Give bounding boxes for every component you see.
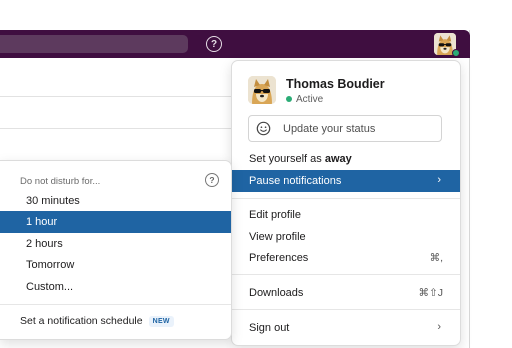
sign-out-item[interactable]: Sign out ›	[232, 317, 460, 339]
edit-profile-label: Edit profile	[249, 209, 301, 221]
presence-dot	[452, 49, 460, 57]
chevron-right-icon: ›	[437, 174, 441, 186]
preferences-shortcut: ⌘,	[429, 252, 443, 264]
sign-out-label: Sign out	[249, 322, 290, 334]
dnd-option-custom[interactable]: Custom...	[0, 276, 231, 298]
schedule-label: Set a notification schedule	[20, 315, 143, 327]
pause-notifications-item[interactable]: Pause notifications ›	[232, 170, 460, 192]
smile-icon	[256, 121, 271, 136]
active-status-dot	[286, 96, 292, 102]
submenu-separator	[0, 304, 231, 305]
downloads-item[interactable]: Downloads ⌘⇧J	[232, 282, 460, 304]
away-word: away	[324, 153, 352, 165]
profile-header: Thomas Boudier Active	[248, 76, 448, 108]
edit-profile-item[interactable]: Edit profile	[232, 204, 460, 226]
pause-notifications-label: Pause notifications	[249, 175, 342, 187]
dnd-option-30-minutes[interactable]: 30 minutes	[0, 190, 231, 212]
view-profile-item[interactable]: View profile	[232, 226, 460, 248]
set-away-item[interactable]: Set yourself as away	[232, 148, 460, 170]
update-status-input[interactable]: Update your status	[248, 115, 442, 142]
submenu-header: Do not disturb for...	[20, 176, 101, 187]
downloads-shortcut: ⌘⇧J	[418, 287, 443, 299]
avatar	[248, 76, 276, 104]
profile-menu: Thomas Boudier Active Update your status…	[231, 60, 461, 346]
menu-separator	[232, 309, 460, 310]
doge-avatar-icon	[248, 76, 276, 104]
preferences-item[interactable]: Preferences ⌘,	[232, 247, 460, 269]
menu-separator	[232, 198, 460, 199]
divider	[0, 128, 232, 129]
dnd-option-2-hours[interactable]: 2 hours	[0, 233, 231, 255]
search-bar[interactable]	[0, 35, 188, 53]
help-icon[interactable]: ?	[206, 36, 222, 52]
profile-status: Active	[286, 94, 323, 105]
away-prefix: Set yourself as	[249, 153, 325, 165]
set-away-label: Set yourself as away	[249, 153, 352, 165]
menu-separator	[232, 274, 460, 275]
profile-name: Thomas Boudier	[286, 77, 385, 91]
status-placeholder: Update your status	[283, 123, 376, 135]
option-label: Custom...	[26, 281, 74, 293]
option-label: 30 minutes	[26, 195, 80, 207]
notification-schedule-item[interactable]: Set a notification schedule NEW	[20, 315, 174, 327]
option-label: Tomorrow	[26, 259, 75, 271]
help-icon[interactable]: ?	[205, 173, 219, 187]
view-profile-label: View profile	[249, 231, 306, 243]
option-label: 2 hours	[26, 238, 63, 250]
dnd-option-tomorrow[interactable]: Tomorrow	[0, 254, 231, 276]
downloads-label: Downloads	[249, 287, 304, 299]
option-label: 1 hour	[26, 216, 58, 228]
new-badge: NEW	[148, 316, 174, 327]
top-bar: ?	[0, 30, 470, 58]
chevron-right-icon: ›	[437, 321, 441, 333]
preferences-label: Preferences	[249, 252, 309, 264]
do-not-disturb-submenu: Do not disturb for... ? 30 minutes 1 hou…	[0, 160, 232, 340]
status-label: Active	[296, 94, 324, 105]
divider	[0, 96, 232, 97]
dnd-option-1-hour[interactable]: 1 hour	[0, 211, 231, 233]
